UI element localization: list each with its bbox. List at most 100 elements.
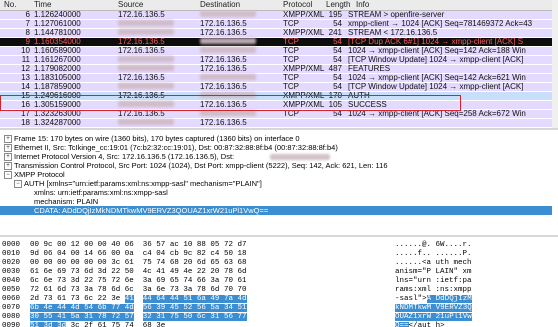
- pane-divider[interactable]: [0, 128, 558, 130]
- packet-number: 9: [25, 38, 30, 46]
- packet-info: STREAM > openfire-server: [348, 11, 445, 19]
- packet-number: 17: [21, 110, 30, 118]
- col-source-header[interactable]: Source: [118, 0, 143, 10]
- packet-time: 1.126240000: [34, 11, 81, 19]
- detail-row[interactable]: xmlns: urn:ietf:params:xml:ns:xmpp-sasl: [0, 188, 552, 197]
- packet-row[interactable]: 18 1.324287000 172.16.136.5: [0, 119, 552, 127]
- detail-text: AUTH [xmlns="urn:ietf:params:xml:ns:xmpp…: [24, 179, 262, 188]
- packet-time: 1.187859000: [34, 83, 81, 91]
- detail-row[interactable]: + Internet Protocol Version 4, Src: 172.1…: [0, 152, 552, 161]
- packet-length: 54: [333, 83, 342, 91]
- packet-destination: 172.16.136.5: [200, 29, 247, 37]
- redacted-address: [118, 56, 174, 62]
- expand-icon[interactable]: +: [4, 135, 12, 143]
- collapse-icon[interactable]: −: [14, 180, 22, 188]
- packet-number: 13: [21, 74, 30, 82]
- detail-row[interactable]: + Transmission Control Protocol, Src Port…: [0, 161, 552, 170]
- ascii-bytes[interactable]: -sasl">A DdDQjIzM: [395, 295, 472, 304]
- col-no-header[interactable]: No.: [4, 0, 16, 10]
- byte-offset: 0000: [2, 241, 21, 249]
- packet-time: 1.160589000: [34, 47, 81, 55]
- redacted-address: [118, 119, 174, 125]
- packet-list-scrollbar[interactable]: [552, 0, 558, 128]
- packet-destination: 172.16.136.5: [200, 83, 247, 91]
- packet-time: 1.324287000: [34, 119, 81, 127]
- byte-offset: 0070: [2, 304, 21, 312]
- pane-divider-bytes[interactable]: [0, 235, 558, 237]
- col-protocol-header[interactable]: Protocol: [283, 0, 312, 10]
- redacted-address: [118, 29, 174, 35]
- redacted-address: [200, 38, 256, 44]
- ascii-bytes[interactable]: Q==</aut h>: [395, 322, 445, 327]
- hex-bytes[interactable]: 61 6e 69 73 6d 3d 22 50 4c 41 49 4e 22 2…: [30, 268, 247, 277]
- byte-offset: 0040: [2, 277, 21, 285]
- hex-bytes[interactable]: 30 55 41 5a 31 78 72 57 32 31 75 50 6c 3…: [30, 313, 247, 322]
- detail-row[interactable]: − AUTH [xmlns="urn:ietf:params:xml:ns:xmp…: [0, 179, 552, 188]
- ascii-bytes[interactable]: ......<a uth mech: [395, 259, 472, 268]
- packet-time: 1.160354000: [34, 38, 81, 46]
- packet-row[interactable]: 6 1.126240000 172.16.136.5 XMPP/XML 195 STREA…: [0, 11, 552, 19]
- redacted-address: [270, 154, 330, 160]
- detail-text: Transmission Control Protocol, Src Port:…: [14, 161, 388, 170]
- packet-row[interactable]: 12 1.179082000 172.16.136.5 XMPP/XML 487 FEAT…: [0, 65, 552, 73]
- hex-bytes[interactable]: 2d 73 61 73 6c 22 3e 41 44 64 44 51 6a 4…: [30, 295, 247, 304]
- detail-row[interactable]: + Frame 15: 170 bytes on wire (1360 bits)…: [0, 134, 552, 143]
- hex-bytes[interactable]: 51 3d 3d 3c 2f 61 75 74 68 3e: [30, 322, 165, 327]
- packet-row[interactable]: 10 1.160589000 172.16.136.5 TCP 54 1024 → xmp…: [0, 47, 552, 55]
- packet-length: 241: [328, 29, 342, 37]
- detail-row[interactable]: mechanism: PLAIN: [0, 197, 552, 206]
- packet-source: 172.16.136.5: [118, 11, 165, 19]
- packet-info: 1024 → xmpp-client [ACK] Seq=142 Ack=621…: [348, 74, 526, 82]
- packet-number: 8: [25, 29, 30, 37]
- hex-bytes[interactable]: 00 9c 00 12 00 00 40 06 36 57 ac 10 88 0…: [30, 241, 247, 250]
- col-length-header[interactable]: Length: [326, 0, 350, 10]
- ascii-bytes[interactable]: rams:xml :ns:xmpp: [395, 286, 472, 295]
- packet-number: 14: [21, 83, 30, 91]
- ascii-bytes[interactable]: lns="urn :ietf:pa: [395, 277, 472, 286]
- packet-number: 12: [21, 65, 30, 73]
- hex-bytes[interactable]: 72 61 6d 73 3a 78 6d 6c 3a 6e 73 3a 78 6…: [30, 286, 247, 295]
- col-info-header[interactable]: Info: [356, 0, 369, 10]
- expand-icon[interactable]: +: [4, 153, 12, 161]
- hex-bytes[interactable]: 00 00 00 00 00 00 3c 61 75 74 68 20 6d 6…: [30, 259, 247, 268]
- redacted-address: [200, 11, 256, 17]
- packet-row[interactable]: 7 1.127061000 172.16.136.5 TCP 54 xmpp-client…: [0, 20, 552, 28]
- packet-row[interactable]: 17 1.323263000 172.16.136.5 TCP 54 1024 → xmp…: [0, 110, 552, 118]
- detail-text: XMPP Protocol: [14, 170, 65, 179]
- col-time-header[interactable]: Time: [34, 0, 51, 10]
- packet-length: 54: [333, 47, 342, 55]
- hex-bytes[interactable]: 6b 4e 44 4d 54 6b 77 4d 56 39 45 52 56 5…: [30, 304, 247, 313]
- packet-row[interactable]: 11 1.161267000 172.16.136.5 TCP 54 [TCP Windo…: [0, 56, 552, 64]
- detail-text: CDATA: ADdDQjIzMkNDMTkwMV9ERVZ3QOUAZ1xrW…: [34, 206, 269, 215]
- col-destination-header[interactable]: Destination: [200, 0, 240, 10]
- packet-length: 54: [333, 110, 342, 118]
- packet-row[interactable]: 13 1.183105000 172.16.136.5 TCP 54 1024 → xmp…: [0, 74, 552, 82]
- packet-row[interactable]: 8 1.144781000 172.16.136.5 XMPP/XML 241 STREA…: [0, 29, 552, 37]
- packet-info: [TCP Window Update] 1024 → xmpp-client […: [348, 56, 524, 64]
- detail-text: xmlns: urn:ietf:params:xml:ns:xmpp-sasl: [34, 188, 168, 197]
- packet-bytes: 0000 00 9c 00 12 00 00 40 06 36 57 ac 10 …: [0, 238, 552, 327]
- redacted-address: [118, 83, 174, 89]
- packet-time: 1.183105000: [34, 74, 81, 82]
- detail-row[interactable]: − XMPP Protocol: [0, 170, 552, 179]
- byte-offset: 0010: [2, 250, 21, 258]
- ascii-bytes[interactable]: kNDMTkwM V9ERVZ3Q: [395, 304, 472, 313]
- packet-info: 1024 → xmpp-client [ACK] Seq=142 Ack=188…: [348, 47, 526, 55]
- expand-icon[interactable]: +: [4, 144, 12, 152]
- packet-protocol: XMPP/XML: [283, 65, 325, 73]
- detail-row-selected[interactable]: CDATA: ADdDQjIzMkNDMTkwMV9ERVZ3QOUAZ1xrW…: [0, 206, 552, 215]
- ascii-bytes[interactable]: .....f.. ......P.: [395, 250, 472, 259]
- hex-bytes[interactable]: 6c 6e 73 3d 22 75 72 6e 3a 69 65 74 66 3…: [30, 277, 247, 286]
- packet-number: 18: [21, 119, 30, 127]
- packet-info: [TCP Dup ACK 6#1] 1024 → xmpp-client [AC…: [348, 38, 524, 46]
- expand-icon[interactable]: +: [4, 162, 12, 170]
- ascii-bytes[interactable]: anism="P LAIN" xm: [395, 268, 472, 277]
- packet-destination: 172.16.136.5: [200, 56, 247, 64]
- hex-bytes[interactable]: 9d 06 04 00 14 66 00 0a c4 04 cb 9c 82 c…: [30, 250, 247, 259]
- packet-row[interactable]: 14 1.187859000 172.16.136.5 TCP 54 [TCP Windo…: [0, 83, 552, 91]
- packet-row[interactable]: 9 1.160354000 172.16.136.5 TCP 54 [TCP Dup AC…: [0, 38, 552, 46]
- ascii-bytes[interactable]: ......@. 6W....r.: [395, 241, 472, 250]
- detail-row[interactable]: + Ethernet II, Src: TcIkinge_cc:19:01 (7c…: [0, 143, 552, 152]
- collapse-icon[interactable]: −: [4, 171, 12, 179]
- ascii-bytes[interactable]: OUAZ1xrW 21uPl1Vw: [395, 313, 472, 322]
